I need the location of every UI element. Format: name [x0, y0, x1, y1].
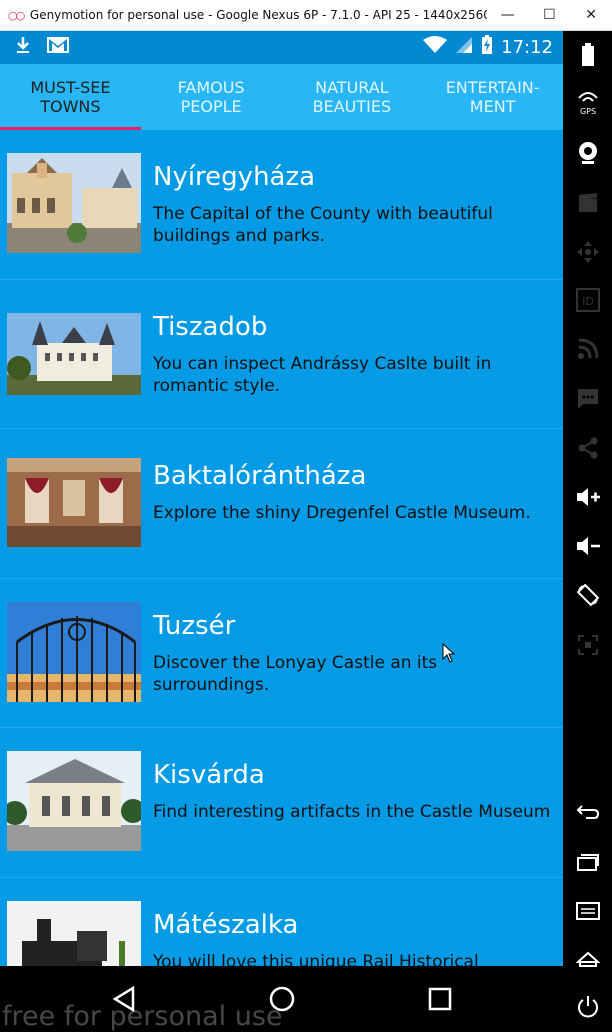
category-tabs: MUST-SEE TOWNS FAMOUS PEOPLE NATURAL BEA… [0, 64, 563, 130]
town-description: The Capital of the County with beautiful… [153, 204, 493, 246]
town-photo [7, 751, 141, 851]
device-id-label: ID [582, 295, 594, 308]
screencast-icon[interactable] [563, 185, 612, 221]
gmail-icon [46, 35, 70, 60]
rotate-icon[interactable] [563, 577, 612, 613]
mouse-cursor-icon [442, 642, 456, 668]
tab-entertainment[interactable]: ENTERTAIN- MENT [422, 64, 563, 130]
gps-icon[interactable]: GPS [563, 85, 612, 121]
back-icon[interactable] [563, 794, 612, 830]
town-title: Tuzsér [153, 610, 236, 641]
nav-recents-button[interactable] [425, 984, 455, 1014]
device-screen: 17:12 MUST-SEE TOWNS FAMOUS PEOPLE NATUR… [0, 31, 563, 966]
towns-list: Nyíregyháza The Capital of the County wi… [0, 130, 563, 966]
list-item[interactable]: Mátészalka You will love this unique Rai… [0, 878, 563, 967]
navigation-bar: free for personal use [0, 966, 563, 1032]
resize-icon[interactable] [563, 627, 612, 663]
town-description: Find interesting artifacts in the Castle… [153, 802, 551, 822]
list-item[interactable]: Baktalórántháza Explore the shiny Dregen… [0, 429, 563, 579]
town-description: Discover the Lonyay Castle an its surrou… [153, 652, 438, 695]
window-titlebar: ○○ Genymotion for personal use - Google … [0, 0, 612, 31]
town-photo [7, 601, 141, 702]
town-title: Baktalórántháza [153, 461, 367, 491]
volume-up-icon[interactable] [563, 479, 612, 515]
tab-natural-beauties[interactable]: NATURAL BEAUTIES [282, 64, 423, 130]
maximize-button[interactable]: ☐ [529, 0, 571, 31]
rss-icon[interactable] [563, 331, 612, 367]
wifi-icon [423, 36, 448, 59]
home-icon[interactable] [563, 941, 612, 977]
power-icon[interactable] [563, 989, 612, 1025]
town-description: You can inspect Andrássy Caslte built in… [153, 353, 492, 396]
emulator-toolbar: GPS ID [563, 31, 612, 1032]
town-title: Mátészalka [153, 909, 299, 940]
town-title: Tiszadob [153, 311, 268, 342]
battery-charging-icon [481, 35, 493, 60]
tab-famous-people[interactable]: FAMOUS PEOPLE [141, 64, 282, 130]
webcam-icon[interactable] [563, 135, 612, 171]
battery-icon[interactable] [563, 37, 612, 73]
list-item[interactable]: Tiszadob You can inspect Andrássy Caslte… [0, 280, 563, 429]
town-photo [7, 900, 141, 966]
menu-icon[interactable] [563, 893, 612, 929]
device-id-icon[interactable]: ID [563, 282, 612, 318]
list-item[interactable]: Kisvárda Find interesting artifacts in t… [0, 728, 563, 878]
town-title: Nyíregyháza [153, 162, 316, 192]
dpad-icon[interactable] [563, 234, 612, 270]
watermark-text: free for personal use [2, 1001, 283, 1032]
list-item[interactable]: Nyíregyháza The Capital of the County wi… [0, 130, 563, 280]
download-icon [14, 35, 32, 60]
share-icon[interactable] [563, 430, 612, 466]
window-title: Genymotion for personal use - Google Nex… [29, 8, 487, 22]
town-photo [7, 153, 141, 253]
town-title: Kisvárda [153, 760, 265, 790]
town-photo [7, 458, 141, 547]
town-photo [7, 312, 141, 395]
town-description: Explore the shiny Dregenfel Castle Museu… [153, 503, 531, 523]
minimize-button[interactable]: — [487, 0, 529, 31]
signal-icon [455, 36, 473, 59]
genymotion-window: ○○ Genymotion for personal use - Google … [0, 0, 612, 1032]
sms-icon[interactable] [563, 381, 612, 417]
volume-down-icon[interactable] [563, 528, 612, 564]
clock: 17:12 [501, 37, 553, 58]
status-bar: 17:12 [0, 31, 563, 64]
list-item[interactable]: Tuzsér Discover the Lonyay Castle an its… [0, 579, 563, 728]
recents-icon[interactable] [563, 844, 612, 880]
genymotion-logo-icon: ○○ [8, 8, 25, 22]
town-description: You will love this unique Rail Historica… [153, 951, 479, 967]
close-button[interactable]: ✕ [570, 0, 612, 31]
tab-must-see-towns[interactable]: MUST-SEE TOWNS [0, 64, 141, 130]
gps-label: GPS [579, 107, 595, 116]
